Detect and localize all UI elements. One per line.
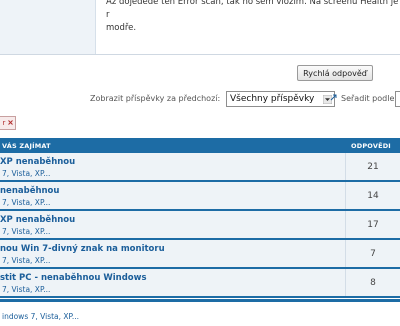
thread-title-link[interactable]: XP nenaběhnou (0, 215, 75, 225)
post-text-line-1: Až dojedeďe ten Error scan, tak ho sem v… (106, 0, 399, 20)
reply-count: 17 (367, 220, 379, 230)
table-row: nou Win 7-divný znak na monitoru 7, Vist… (0, 240, 400, 269)
thread-title-link[interactable]: XP nenaběhnou (0, 157, 75, 167)
thread-title-link[interactable]: nou Win 7-divný znak na monitoru (0, 244, 165, 254)
footer-forum-link[interactable]: indows 7, Vista, XP... (2, 312, 79, 321)
post-author-panel (0, 0, 96, 54)
sort-select[interactable] (395, 91, 400, 107)
similar-threads-list: XP nenaběhnou 7, Vista, XP... 21 nenaběh… (0, 153, 400, 298)
reply-count: 21 (367, 162, 379, 172)
table-row: XP nenaběhnou 7, Vista, XP... 17 (0, 211, 400, 240)
post-divider (0, 54, 400, 55)
thread-forum-link[interactable]: 7, Vista, XP... (2, 285, 50, 294)
table-bottom-border (0, 299, 400, 302)
table-row: XP nenaběhnou 7, Vista, XP... 21 (0, 153, 400, 182)
post-text: Až dojedeďe ten Error scan, tak ho sem v… (106, 0, 400, 35)
thread-forum-link[interactable]: 7, Vista, XP... (2, 169, 50, 178)
thread-title-link[interactable]: stit PC - nenaběhnou Windows (0, 273, 147, 283)
header-replies: ODPOVĚDI (351, 142, 391, 150)
posts-period-select[interactable]: Všechny příspěvky (226, 91, 335, 107)
sort-arrow-icon (330, 94, 338, 102)
reply-count: 8 (370, 278, 376, 288)
quick-reply-button[interactable]: Rychlá odpověď (297, 65, 373, 81)
close-tag-label: r (2, 119, 6, 127)
post-content: Až dojedeďe ten Error scan, tak ho sem v… (0, 0, 400, 54)
similar-threads-header: VÁS ZAJÍMAT ODPOVĚDI (0, 138, 400, 153)
post-text-line-2: modře. (106, 23, 137, 33)
thread-forum-link[interactable]: 7, Vista, XP... (2, 227, 50, 236)
sort-label: Seřadit podle (341, 94, 395, 103)
thread-title-link[interactable]: nenaběhnou (0, 186, 59, 196)
filter-bar: Zobrazit příspěvky za předchozí: Všechny… (0, 90, 400, 108)
table-row: stit PC - nenaběhnou Windows 7, Vista, X… (0, 269, 400, 298)
header-title: VÁS ZAJÍMAT (2, 142, 51, 150)
close-icon (7, 120, 13, 125)
reply-count: 7 (370, 249, 376, 259)
posts-period-value: Všechny příspěvky (230, 94, 315, 104)
reply-count: 14 (367, 191, 379, 201)
table-row: nenaběhnou 7, Vista, XP... 14 (0, 182, 400, 211)
filter-label: Zobrazit příspěvky za předchozí: (90, 94, 221, 103)
close-tag[interactable]: r (0, 116, 16, 130)
thread-forum-link[interactable]: 7, Vista, XP... (2, 256, 50, 265)
thread-forum-link[interactable]: 7, Vista, XP... (2, 198, 50, 207)
